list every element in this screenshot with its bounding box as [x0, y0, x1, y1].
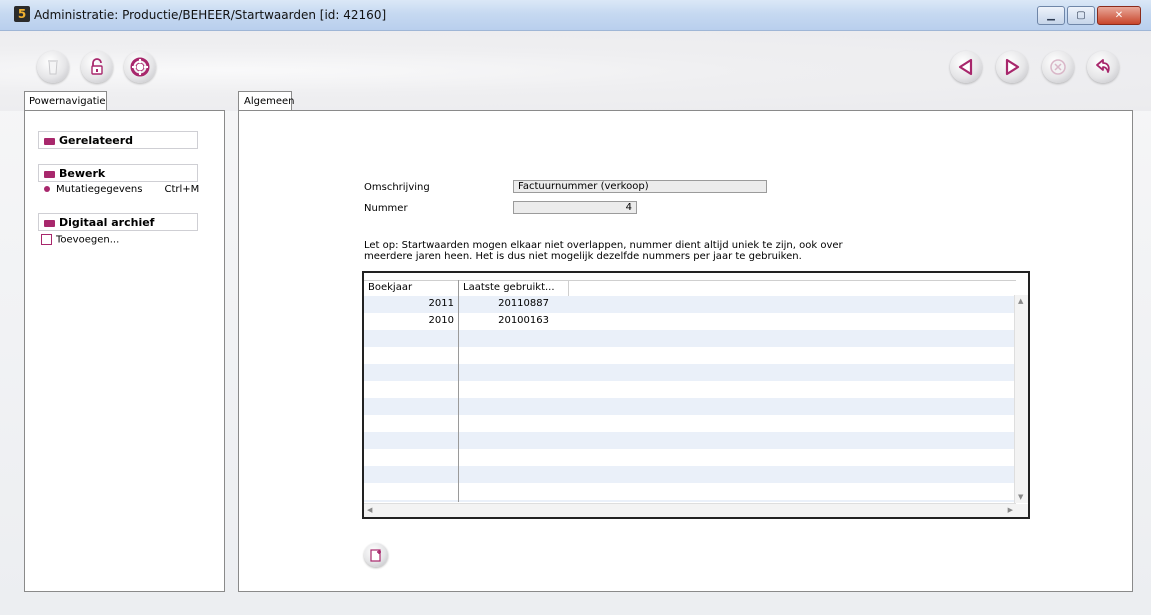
nav-item-toevoegen[interactable]: Toevoegen... [41, 234, 119, 246]
section-edit[interactable]: Bewerk [38, 164, 198, 182]
column-divider [458, 280, 459, 502]
folder-icon [44, 170, 55, 178]
previous-button[interactable] [950, 51, 982, 83]
tab-algemeen[interactable]: Algemeen [238, 91, 295, 111]
general-panel: Omschrijving Factuurnummer (verkoop) Num… [238, 110, 1133, 592]
column-header-boekjaar[interactable]: Boekjaar [364, 281, 459, 296]
add-document-icon [370, 549, 381, 562]
horizontal-scrollbar[interactable]: ◀ ▶ [364, 503, 1016, 517]
cell-laatste-gebruikt: 20100163 [498, 315, 549, 326]
description-label: Omschrijving [364, 182, 430, 193]
trash-icon [48, 60, 58, 75]
column-header-laatste-gebruikt[interactable]: Laatste gebruikt... [459, 281, 569, 296]
cell-boekjaar: 2010 [428, 315, 454, 326]
section-related[interactable]: Gerelateerd [38, 131, 198, 149]
power-navigation-panel: Gerelateerd Bewerk Mutatiegegevens Ctrl+M… [24, 110, 225, 592]
empty-row [364, 449, 1016, 466]
empty-row [364, 364, 1016, 381]
startwaarden-table: Boekjaar Laatste gebruikt... 2011 201108… [362, 271, 1030, 519]
toolbar [0, 31, 1151, 111]
table-row[interactable]: 2010 20100163 [364, 313, 1016, 330]
scroll-down-icon[interactable]: ▼ [1018, 493, 1023, 501]
previous-icon [958, 58, 973, 76]
undo-button[interactable] [1087, 51, 1119, 83]
nav-item-label: Mutatiegegevens [56, 184, 143, 195]
folder-icon [44, 219, 55, 227]
app-icon: 5 [14, 6, 30, 22]
delete-button[interactable] [37, 51, 69, 83]
next-button[interactable] [996, 51, 1028, 83]
empty-row [364, 415, 1016, 432]
unlock-button[interactable] [81, 51, 113, 83]
vertical-scrollbar[interactable]: ▲ ▼ [1014, 295, 1028, 503]
title-bar: 5 Administratie: Productie/BEHEER/Startw… [0, 0, 1151, 31]
section-related-title: Gerelateerd [59, 134, 134, 147]
empty-row [364, 381, 1016, 398]
scroll-left-icon[interactable]: ◀ [367, 506, 372, 514]
table-body: 2011 20110887 2010 20100163 [364, 296, 1016, 502]
bullet-icon [44, 186, 50, 192]
add-document-icon [41, 234, 52, 245]
window-controls: ▁ ▢ ✕ [1037, 6, 1141, 25]
nav-item-mutatiegegevens[interactable]: Mutatiegegevens Ctrl+M [44, 184, 199, 195]
empty-row [364, 347, 1016, 364]
help-button[interactable] [124, 51, 156, 83]
overlap-note: Let op: Startwaarden mogen elkaar niet o… [364, 240, 843, 262]
empty-row [364, 398, 1016, 415]
table-header: Boekjaar Laatste gebruikt... [364, 280, 1016, 297]
section-archive-title: Digitaal archief [59, 216, 155, 229]
description-field[interactable]: Factuurnummer (verkoop) [513, 180, 767, 193]
empty-row [364, 466, 1016, 483]
close-icon: ✕ [1114, 10, 1124, 21]
window-title: Administratie: Productie/BEHEER/Startwaa… [34, 8, 387, 22]
cancel-icon [1050, 59, 1066, 75]
maximize-button[interactable]: ▢ [1067, 6, 1095, 25]
add-row-button[interactable] [364, 543, 388, 567]
lifebuoy-icon [130, 57, 150, 77]
unlock-icon [91, 58, 103, 75]
maximize-icon: ▢ [1076, 10, 1086, 21]
undo-icon [1096, 59, 1110, 73]
folder-icon [44, 137, 55, 145]
cell-laatste-gebruikt: 20110887 [498, 298, 549, 309]
empty-row [364, 483, 1016, 500]
application-window: 5 Administratie: Productie/BEHEER/Startw… [0, 0, 1151, 615]
close-button[interactable]: ✕ [1097, 6, 1141, 25]
section-archive[interactable]: Digitaal archief [38, 213, 198, 231]
table-row[interactable]: 2011 20110887 [364, 296, 1016, 313]
next-icon [1005, 58, 1020, 76]
cell-boekjaar: 2011 [428, 298, 454, 309]
scrollbar-corner [1015, 504, 1028, 517]
empty-row [364, 432, 1016, 449]
section-edit-title: Bewerk [59, 167, 106, 180]
tab-powernavigatie[interactable]: Powernavigatie [24, 91, 107, 111]
minimize-icon: ▁ [1047, 10, 1055, 21]
nav-item-label: Toevoegen... [56, 234, 120, 246]
number-label: Nummer [364, 203, 408, 214]
nav-item-shortcut: Ctrl+M [164, 184, 200, 195]
empty-row [364, 500, 1016, 502]
scroll-right-icon[interactable]: ▶ [1008, 506, 1013, 514]
cancel-button[interactable] [1042, 51, 1074, 83]
number-field[interactable]: 4 [513, 201, 637, 214]
scroll-up-icon[interactable]: ▲ [1018, 297, 1023, 305]
empty-row [364, 330, 1016, 347]
minimize-button[interactable]: ▁ [1037, 6, 1065, 25]
